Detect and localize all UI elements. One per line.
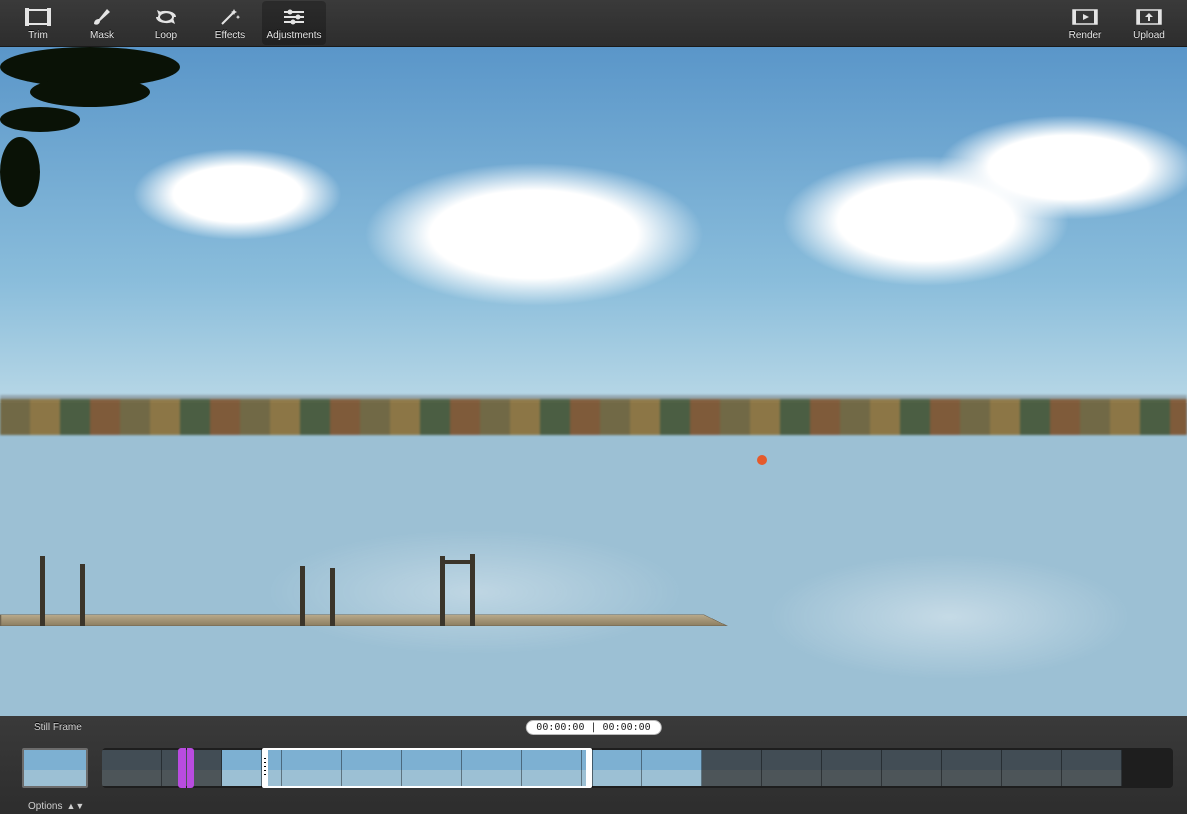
timeline-frame[interactable]: [1002, 750, 1062, 786]
preview-area[interactable]: [0, 47, 1187, 716]
still-frame-label: Still Frame: [0, 722, 82, 733]
timeline-frame[interactable]: [1062, 750, 1122, 786]
timeline-frame[interactable]: [942, 750, 1002, 786]
bottom-panel: Still Frame 00:00:00 | 00:00:00 Options …: [0, 716, 1187, 814]
toolbar-label: Mask: [90, 30, 114, 41]
options-menu[interactable]: Options ▲▼: [0, 798, 1187, 814]
timeline-frame[interactable]: [582, 750, 642, 786]
render-button[interactable]: Render: [1053, 1, 1117, 45]
loop-icon: [153, 6, 179, 28]
transition-marker[interactable]: [178, 748, 194, 788]
upload-button[interactable]: Upload: [1117, 1, 1181, 45]
timeline-frame[interactable]: [702, 750, 762, 786]
timeline-frame[interactable]: [762, 750, 822, 786]
adjustments-button[interactable]: Adjustments: [262, 1, 326, 45]
still-frame-thumbnail[interactable]: [22, 748, 88, 788]
timeline-frame[interactable]: [522, 750, 582, 786]
mask-button[interactable]: Mask: [70, 1, 134, 45]
toolbar-right-group: Render Upload: [1053, 1, 1181, 45]
timeline-frame[interactable]: [882, 750, 942, 786]
brush-icon: [91, 6, 113, 28]
loop-button[interactable]: Loop: [134, 1, 198, 45]
timeline-frame[interactable]: [402, 750, 462, 786]
timecode-current: 00:00:00: [536, 722, 584, 733]
toolbar-label: Trim: [28, 30, 48, 41]
timeline-frame[interactable]: [462, 750, 522, 786]
toolbar-label: Adjustments: [266, 30, 321, 41]
render-icon: [1072, 6, 1098, 28]
toolbar-label: Loop: [155, 30, 177, 41]
filmstrip: [102, 750, 1122, 786]
timeline-frame[interactable]: [282, 750, 342, 786]
time-row: Still Frame 00:00:00 | 00:00:00: [0, 716, 1187, 738]
timecode-display: 00:00:00 | 00:00:00: [525, 720, 661, 735]
trim-button[interactable]: Trim: [6, 1, 70, 45]
filmstrip-row: [0, 738, 1187, 798]
toolbar-left-group: Trim Mask Loop Effects: [6, 1, 326, 45]
sparkle-icon: [219, 6, 241, 28]
upload-icon: [1136, 6, 1162, 28]
timeline-frame[interactable]: [102, 750, 162, 786]
timeline[interactable]: [102, 748, 1173, 788]
effects-button[interactable]: Effects: [198, 1, 262, 45]
options-label: Options: [28, 801, 62, 812]
toolbar-label: Render: [1069, 30, 1102, 41]
timeline-frame[interactable]: [642, 750, 702, 786]
preview-image: [0, 47, 1187, 716]
timeline-frame[interactable]: [342, 750, 402, 786]
sliders-icon: [282, 6, 306, 28]
toolbar: Trim Mask Loop Effects: [0, 0, 1187, 47]
timecode-total: 00:00:00: [603, 722, 651, 733]
toolbar-label: Upload: [1133, 30, 1165, 41]
timeline-frame[interactable]: [222, 750, 282, 786]
timeline-frame[interactable]: [822, 750, 882, 786]
toolbar-label: Effects: [215, 30, 245, 41]
trim-icon: [25, 6, 51, 28]
updown-icon: ▲▼: [66, 802, 84, 811]
